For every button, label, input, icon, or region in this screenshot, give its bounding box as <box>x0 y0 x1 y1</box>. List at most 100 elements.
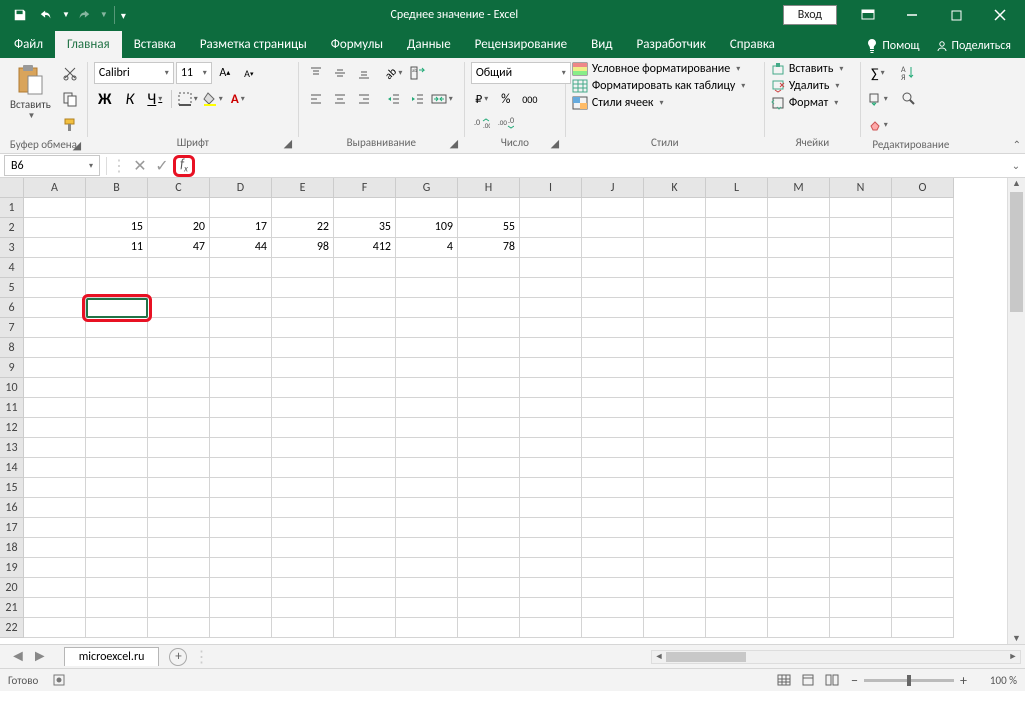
cell[interactable] <box>892 338 954 358</box>
cell[interactable] <box>24 198 86 218</box>
cell[interactable] <box>210 578 272 598</box>
cell[interactable] <box>148 558 210 578</box>
tab-view[interactable]: Вид <box>579 31 624 58</box>
cell[interactable] <box>396 538 458 558</box>
column-header[interactable]: N <box>830 178 892 197</box>
cell[interactable] <box>86 418 148 438</box>
column-header[interactable]: I <box>520 178 582 197</box>
cell[interactable] <box>396 318 458 338</box>
cell[interactable] <box>24 478 86 498</box>
cell[interactable] <box>830 558 892 578</box>
cell[interactable] <box>210 498 272 518</box>
cell[interactable] <box>210 198 272 218</box>
increase-font-icon[interactable]: A▴ <box>214 62 236 84</box>
cell[interactable] <box>86 538 148 558</box>
column-header[interactable]: D <box>210 178 272 197</box>
sort-filter-icon[interactable]: AЯ <box>895 62 923 84</box>
cell[interactable] <box>892 438 954 458</box>
cell[interactable] <box>272 498 334 518</box>
font-name-select[interactable]: Calibri▾ <box>94 62 174 84</box>
cell[interactable] <box>148 578 210 598</box>
cell[interactable] <box>334 578 396 598</box>
cell[interactable] <box>892 498 954 518</box>
cell[interactable] <box>520 618 582 638</box>
underline-button[interactable]: Ч▾ <box>144 88 166 110</box>
cells-area[interactable]: 15201722351095511474498412478 <box>24 198 954 638</box>
cell[interactable] <box>644 238 706 258</box>
cell[interactable] <box>458 518 520 538</box>
zoom-out-icon[interactable]: − <box>851 672 858 689</box>
cell[interactable] <box>272 618 334 638</box>
cell[interactable] <box>334 358 396 378</box>
cell[interactable] <box>272 598 334 618</box>
column-header[interactable]: F <box>334 178 396 197</box>
cell[interactable] <box>892 238 954 258</box>
cell[interactable] <box>458 598 520 618</box>
cell[interactable] <box>768 418 830 438</box>
cell[interactable] <box>458 318 520 338</box>
cell[interactable] <box>892 618 954 638</box>
cell[interactable] <box>272 478 334 498</box>
cell[interactable] <box>768 478 830 498</box>
cell[interactable] <box>458 338 520 358</box>
cell[interactable] <box>148 398 210 418</box>
cell[interactable] <box>644 518 706 538</box>
cell[interactable] <box>644 458 706 478</box>
cell[interactable] <box>520 198 582 218</box>
cell[interactable] <box>148 298 210 318</box>
cell[interactable] <box>830 198 892 218</box>
cell[interactable] <box>334 378 396 398</box>
tab-developer[interactable]: Разработчик <box>624 31 717 58</box>
cell[interactable] <box>582 278 644 298</box>
cell-styles-button[interactable]: Стили ячеек▾ <box>572 96 758 110</box>
row-header[interactable]: 21 <box>0 598 24 618</box>
cell[interactable] <box>458 278 520 298</box>
currency-icon[interactable]: ₽▾ <box>471 88 493 110</box>
row-header[interactable]: 18 <box>0 538 24 558</box>
cell[interactable] <box>892 218 954 238</box>
cell[interactable] <box>24 318 86 338</box>
cell[interactable] <box>396 518 458 538</box>
cell[interactable] <box>830 458 892 478</box>
cell[interactable] <box>582 298 644 318</box>
cell[interactable]: 15 <box>86 218 148 238</box>
cell[interactable] <box>86 438 148 458</box>
cell[interactable] <box>24 538 86 558</box>
cell[interactable] <box>210 518 272 538</box>
maximize-icon[interactable] <box>935 0 977 30</box>
cell[interactable] <box>520 598 582 618</box>
fill-color-icon[interactable]: ▾ <box>202 88 224 110</box>
cell[interactable]: 55 <box>458 218 520 238</box>
cell[interactable] <box>210 598 272 618</box>
cell[interactable] <box>86 358 148 378</box>
cell[interactable] <box>706 618 768 638</box>
tab-formulas[interactable]: Формулы <box>319 31 395 58</box>
cell[interactable] <box>644 378 706 398</box>
cell[interactable] <box>272 338 334 358</box>
find-select-icon[interactable] <box>895 88 923 110</box>
cell[interactable] <box>582 558 644 578</box>
cell[interactable] <box>334 198 396 218</box>
cell[interactable] <box>210 618 272 638</box>
row-header[interactable]: 12 <box>0 418 24 438</box>
cell[interactable] <box>148 198 210 218</box>
cell[interactable] <box>892 518 954 538</box>
normal-view-icon[interactable] <box>773 671 795 689</box>
cell[interactable] <box>706 418 768 438</box>
cell[interactable] <box>582 378 644 398</box>
cell[interactable] <box>334 598 396 618</box>
cell[interactable] <box>334 398 396 418</box>
font-color-icon[interactable]: A▾ <box>227 88 249 110</box>
cell[interactable] <box>396 478 458 498</box>
align-left-icon[interactable] <box>305 88 327 110</box>
cell[interactable] <box>24 298 86 318</box>
cell[interactable] <box>86 578 148 598</box>
cell[interactable] <box>86 338 148 358</box>
cell[interactable] <box>334 338 396 358</box>
cell[interactable]: 47 <box>148 238 210 258</box>
sheet-nav-next-icon[interactable]: ► <box>32 647 48 666</box>
orientation-icon[interactable]: ab▾ <box>383 62 405 84</box>
cell[interactable] <box>830 578 892 598</box>
cell[interactable] <box>210 478 272 498</box>
cell[interactable] <box>86 478 148 498</box>
